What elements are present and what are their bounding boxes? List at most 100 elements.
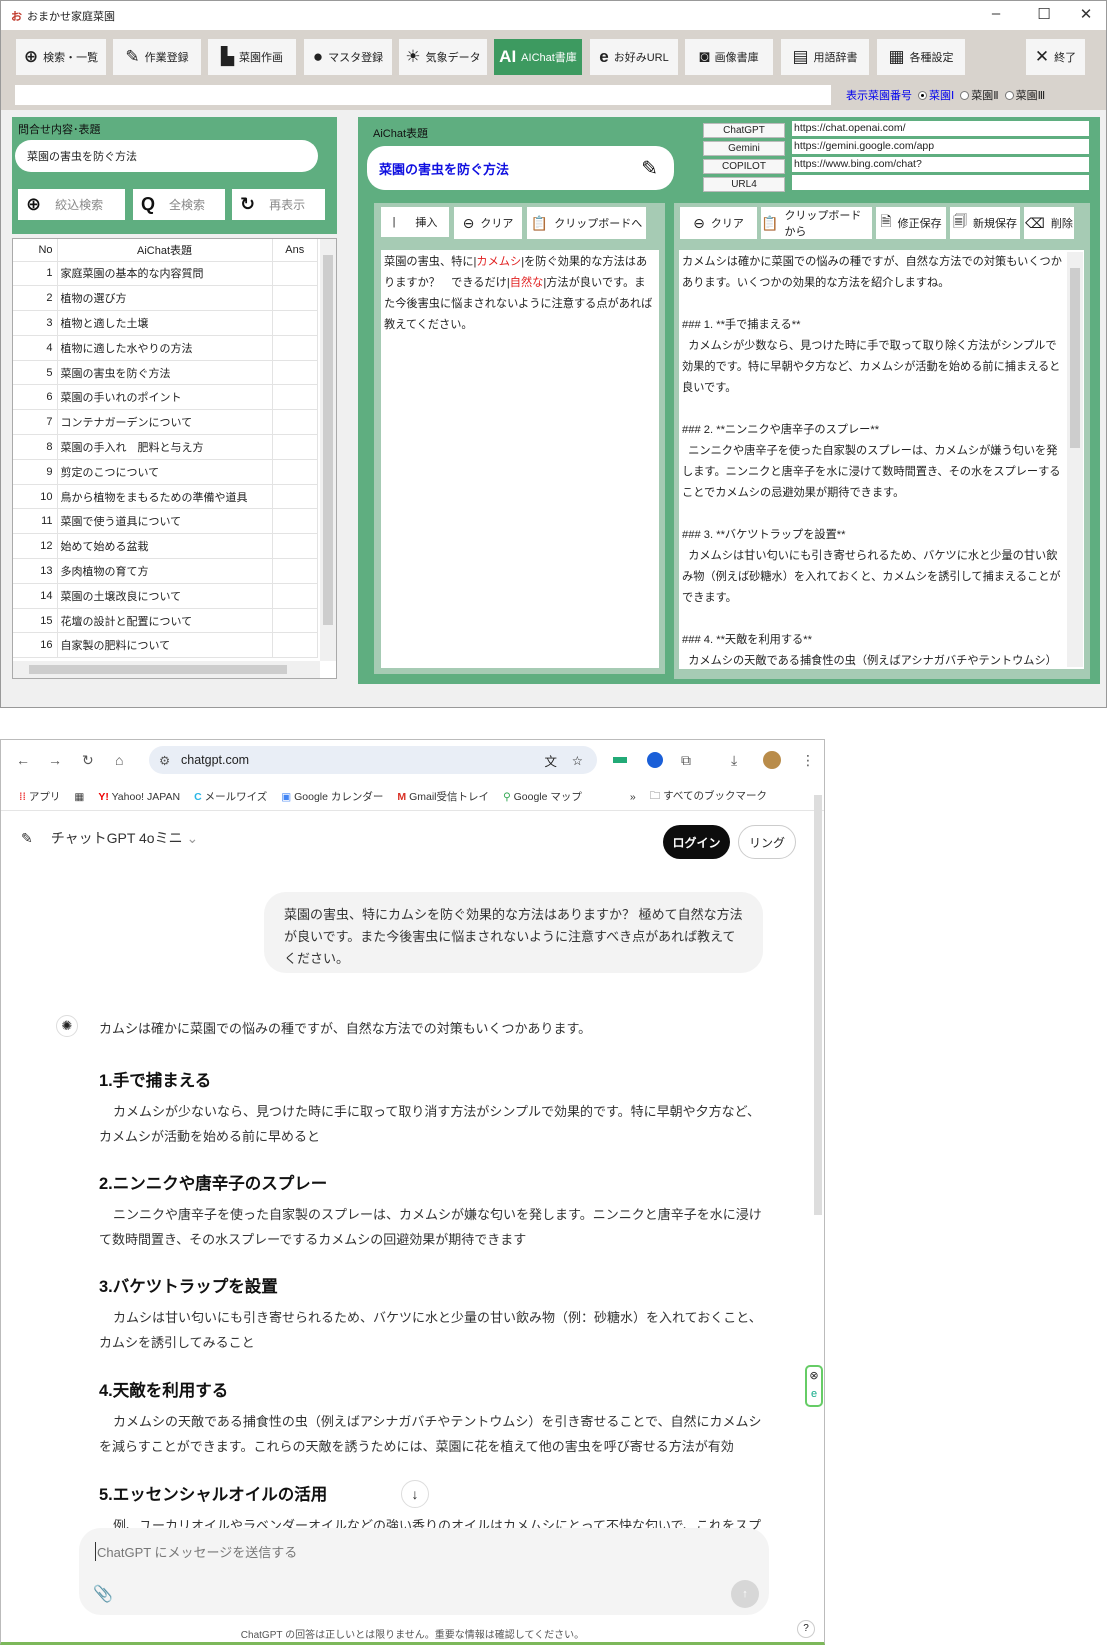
filter-search-button[interactable]: ⊕ 絞込検索 [18, 189, 125, 220]
table-row[interactable]: 4 植物に適した水やりの方法 [13, 335, 318, 361]
toolbar-button-8[interactable]: ▤ 用語辞書 [781, 39, 869, 75]
close-window-button[interactable]: ✕ [1071, 5, 1101, 23]
chat-scrollbar[interactable] [814, 795, 822, 1515]
toolbar-button-0[interactable]: ⊕ 検索・一覧 [16, 39, 106, 75]
new-save-button[interactable]: 🗐 新規保存 [950, 207, 1020, 239]
extension-icon[interactable] [613, 757, 627, 763]
table-row[interactable]: 10 鳥から植物をまもるための準備や道具 [13, 484, 318, 510]
toolbar-button-5[interactable]: AI AIChat書庫 [494, 39, 582, 75]
forward-icon[interactable]: → [48, 752, 62, 768]
answer-scrollbar[interactable] [1067, 252, 1083, 667]
message-input[interactable]: ChatGPT にメッセージを送信する 📎 ↑ [79, 1528, 769, 1615]
question-textarea[interactable]: 菜園の害虫、特に|カメムシ|を防ぐ効果的な方法はありますか？ できるだけ|自然な… [381, 250, 659, 668]
row-no: 15 [13, 608, 58, 634]
attach-icon[interactable]: 📎 [93, 1584, 113, 1604]
table-row[interactable]: 16 自家製の肥料について [13, 632, 318, 659]
radio-garden-3[interactable]: 菜園Ⅲ [1004, 87, 1045, 103]
tab-groups-icon[interactable]: ▦ [74, 791, 84, 803]
table-row[interactable]: 12 始めて始める盆栽 [13, 533, 318, 560]
toolbar-button-4[interactable]: ☀ 気象データ [399, 39, 487, 75]
url-button-0[interactable]: ChatGPT [703, 123, 785, 138]
bookmark-mailwise[interactable]: C メールワイズ [194, 789, 267, 804]
question-clear-button[interactable]: ⊖ クリア [454, 207, 522, 239]
answer-textarea[interactable]: カメムシは確かに菜園での悩みの種ですが、自然な方法での対策もいくつかあります。い… [679, 250, 1084, 669]
send-button[interactable]: ↑ [731, 1580, 759, 1608]
paste-from-clipboard-button[interactable]: 📋 クリップボードから [761, 207, 872, 239]
bookmark-gmail[interactable]: M Gmail受信トレイ [397, 789, 489, 804]
question-panel: | 挿入 ⊖ クリア 📋 クリップボードへ 菜園の害虫、特に|カメムシ|を防ぐ効果的な… [374, 203, 665, 674]
table-row[interactable]: 11 菜園で使う道具について [13, 508, 318, 535]
toolbar-button-10[interactable]: ✕ 終了 [1026, 39, 1085, 75]
back-icon[interactable]: ← [16, 752, 30, 768]
url-button-3[interactable]: URL4 [703, 177, 785, 192]
url-field-2[interactable]: https://www.bing.com/chat? [792, 157, 1089, 172]
minimize-button[interactable]: – [981, 5, 1011, 22]
table-row[interactable]: 2 植物の選び方 [13, 285, 318, 312]
menu-icon[interactable]: ⋮ [801, 752, 815, 769]
query-input[interactable]: 菜園の害虫を防ぐ方法 [15, 140, 318, 172]
table-row[interactable]: 1 家庭菜園の基本的な内容質問 [13, 261, 318, 287]
insert-button[interactable]: | 挿入 [381, 207, 449, 239]
site-info-icon[interactable]: ⚙ [159, 753, 170, 768]
download-icon[interactable]: ⤓ [731, 752, 737, 769]
url-button-1[interactable]: Gemini [703, 141, 785, 156]
puzzle-icon[interactable]: ⧉ [681, 752, 691, 769]
toolbar-button-7[interactable]: ◙ 画像書庫 [685, 39, 773, 75]
toolbar-button-3[interactable]: ● マスタ登録 [304, 39, 392, 75]
translate-icon[interactable]: 文 [544, 751, 557, 770]
toolbar-button-6[interactable]: e お好みURL [590, 39, 678, 75]
home-icon[interactable]: ⌂ [115, 752, 123, 768]
address-bar[interactable]: ⚙ chatgpt.com 文 ☆ [149, 746, 597, 774]
update-save-button[interactable]: 🗎 修正保存 [876, 207, 946, 239]
refresh-button[interactable]: ↻ 再表示 [232, 189, 325, 220]
delete-button[interactable]: ⌫ 削除 [1024, 207, 1074, 239]
table-row[interactable]: 6 菜園の手いれのポイント [13, 384, 318, 411]
row-ans [272, 484, 318, 510]
login-button[interactable]: ログイン [663, 825, 730, 859]
all-bookmarks[interactable]: 🗀 すべてのブックマーク [650, 788, 767, 806]
toolbar-button-2[interactable]: ▙ 菜園作画 [208, 39, 296, 75]
copy-to-clipboard-button[interactable]: 📋 クリップボードへ [527, 207, 646, 239]
radio-garden-1[interactable]: 菜園Ⅰ [918, 87, 954, 103]
url-field-3[interactable] [792, 175, 1089, 190]
bookmark-google-maps[interactable]: ⚲ Google マップ [503, 789, 582, 804]
more-bookmarks-button[interactable]: » [630, 791, 636, 803]
bookmark-google-calendar[interactable]: ▣ Google カレンダー [281, 789, 383, 804]
table-row[interactable]: 7 コンテナガーデンについて [13, 409, 318, 436]
chat-header: ✎ チャットGPT 4oミニ ⌄ [21, 828, 198, 848]
maximize-button[interactable]: ☐ [1029, 5, 1059, 23]
radio-garden-2[interactable]: 菜園Ⅱ [960, 87, 999, 103]
new-chat-icon[interactable]: ✎ [21, 830, 33, 847]
list-horizontal-scrollbar[interactable] [13, 661, 320, 678]
star-icon[interactable]: ☆ [572, 753, 583, 768]
table-row[interactable]: 13 多肉植物の育て方 [13, 558, 318, 584]
table-row[interactable]: 5 菜園の害虫を防ぐ方法 [13, 360, 318, 386]
table-row[interactable]: 9 剪定のこつについて [13, 459, 318, 485]
row-title: 花壇の設計と配置について [57, 608, 273, 634]
signup-button[interactable]: リング [738, 825, 796, 859]
toolbar-button-9[interactable]: ▦ 各種設定 [877, 39, 965, 75]
table-row[interactable]: 15 花壇の設計と配置について [13, 608, 318, 634]
help-button[interactable]: ? [797, 1620, 815, 1638]
toolbar-button-1[interactable]: ✎ 作業登録 [113, 39, 201, 75]
aichat-title-field[interactable]: 菜園の害虫を防ぐ方法 ✎ [367, 146, 674, 190]
url-field-1[interactable]: https://gemini.google.com/app [792, 139, 1089, 154]
zoom-extension-icon[interactable] [647, 752, 663, 768]
bookmark-apps[interactable]: ⁞⁞ アプリ [19, 789, 60, 804]
bookmark-yahoo[interactable]: Y! Yahoo! JAPAN [98, 791, 180, 803]
table-row[interactable]: 3 植物と適した土壌 [13, 310, 318, 336]
profile-avatar[interactable] [763, 751, 781, 769]
list-vertical-scrollbar[interactable] [320, 239, 336, 661]
url-button-2[interactable]: COPILOT [703, 159, 785, 174]
url-field-0[interactable]: https://chat.openai.com/ [792, 121, 1089, 136]
pencil-icon[interactable]: ✎ [641, 156, 658, 181]
full-search-button[interactable]: Q 全検索 [133, 189, 225, 220]
model-selector[interactable]: チャットGPT 4oミニ ⌄ [51, 828, 198, 848]
table-row[interactable]: 8 菜園の手入れ 肥料と与え方 [13, 434, 318, 460]
table-row[interactable]: 14 菜園の土壌改良について [13, 583, 318, 609]
row-title: コンテナガーデンについて [57, 409, 273, 436]
side-widget[interactable]: ⊗ e [805, 1365, 823, 1407]
answer-clear-button[interactable]: ⊖ クリア [680, 207, 757, 239]
reload-icon[interactable]: ↻ [82, 752, 94, 769]
scroll-down-button[interactable]: ↓ [401, 1480, 429, 1508]
